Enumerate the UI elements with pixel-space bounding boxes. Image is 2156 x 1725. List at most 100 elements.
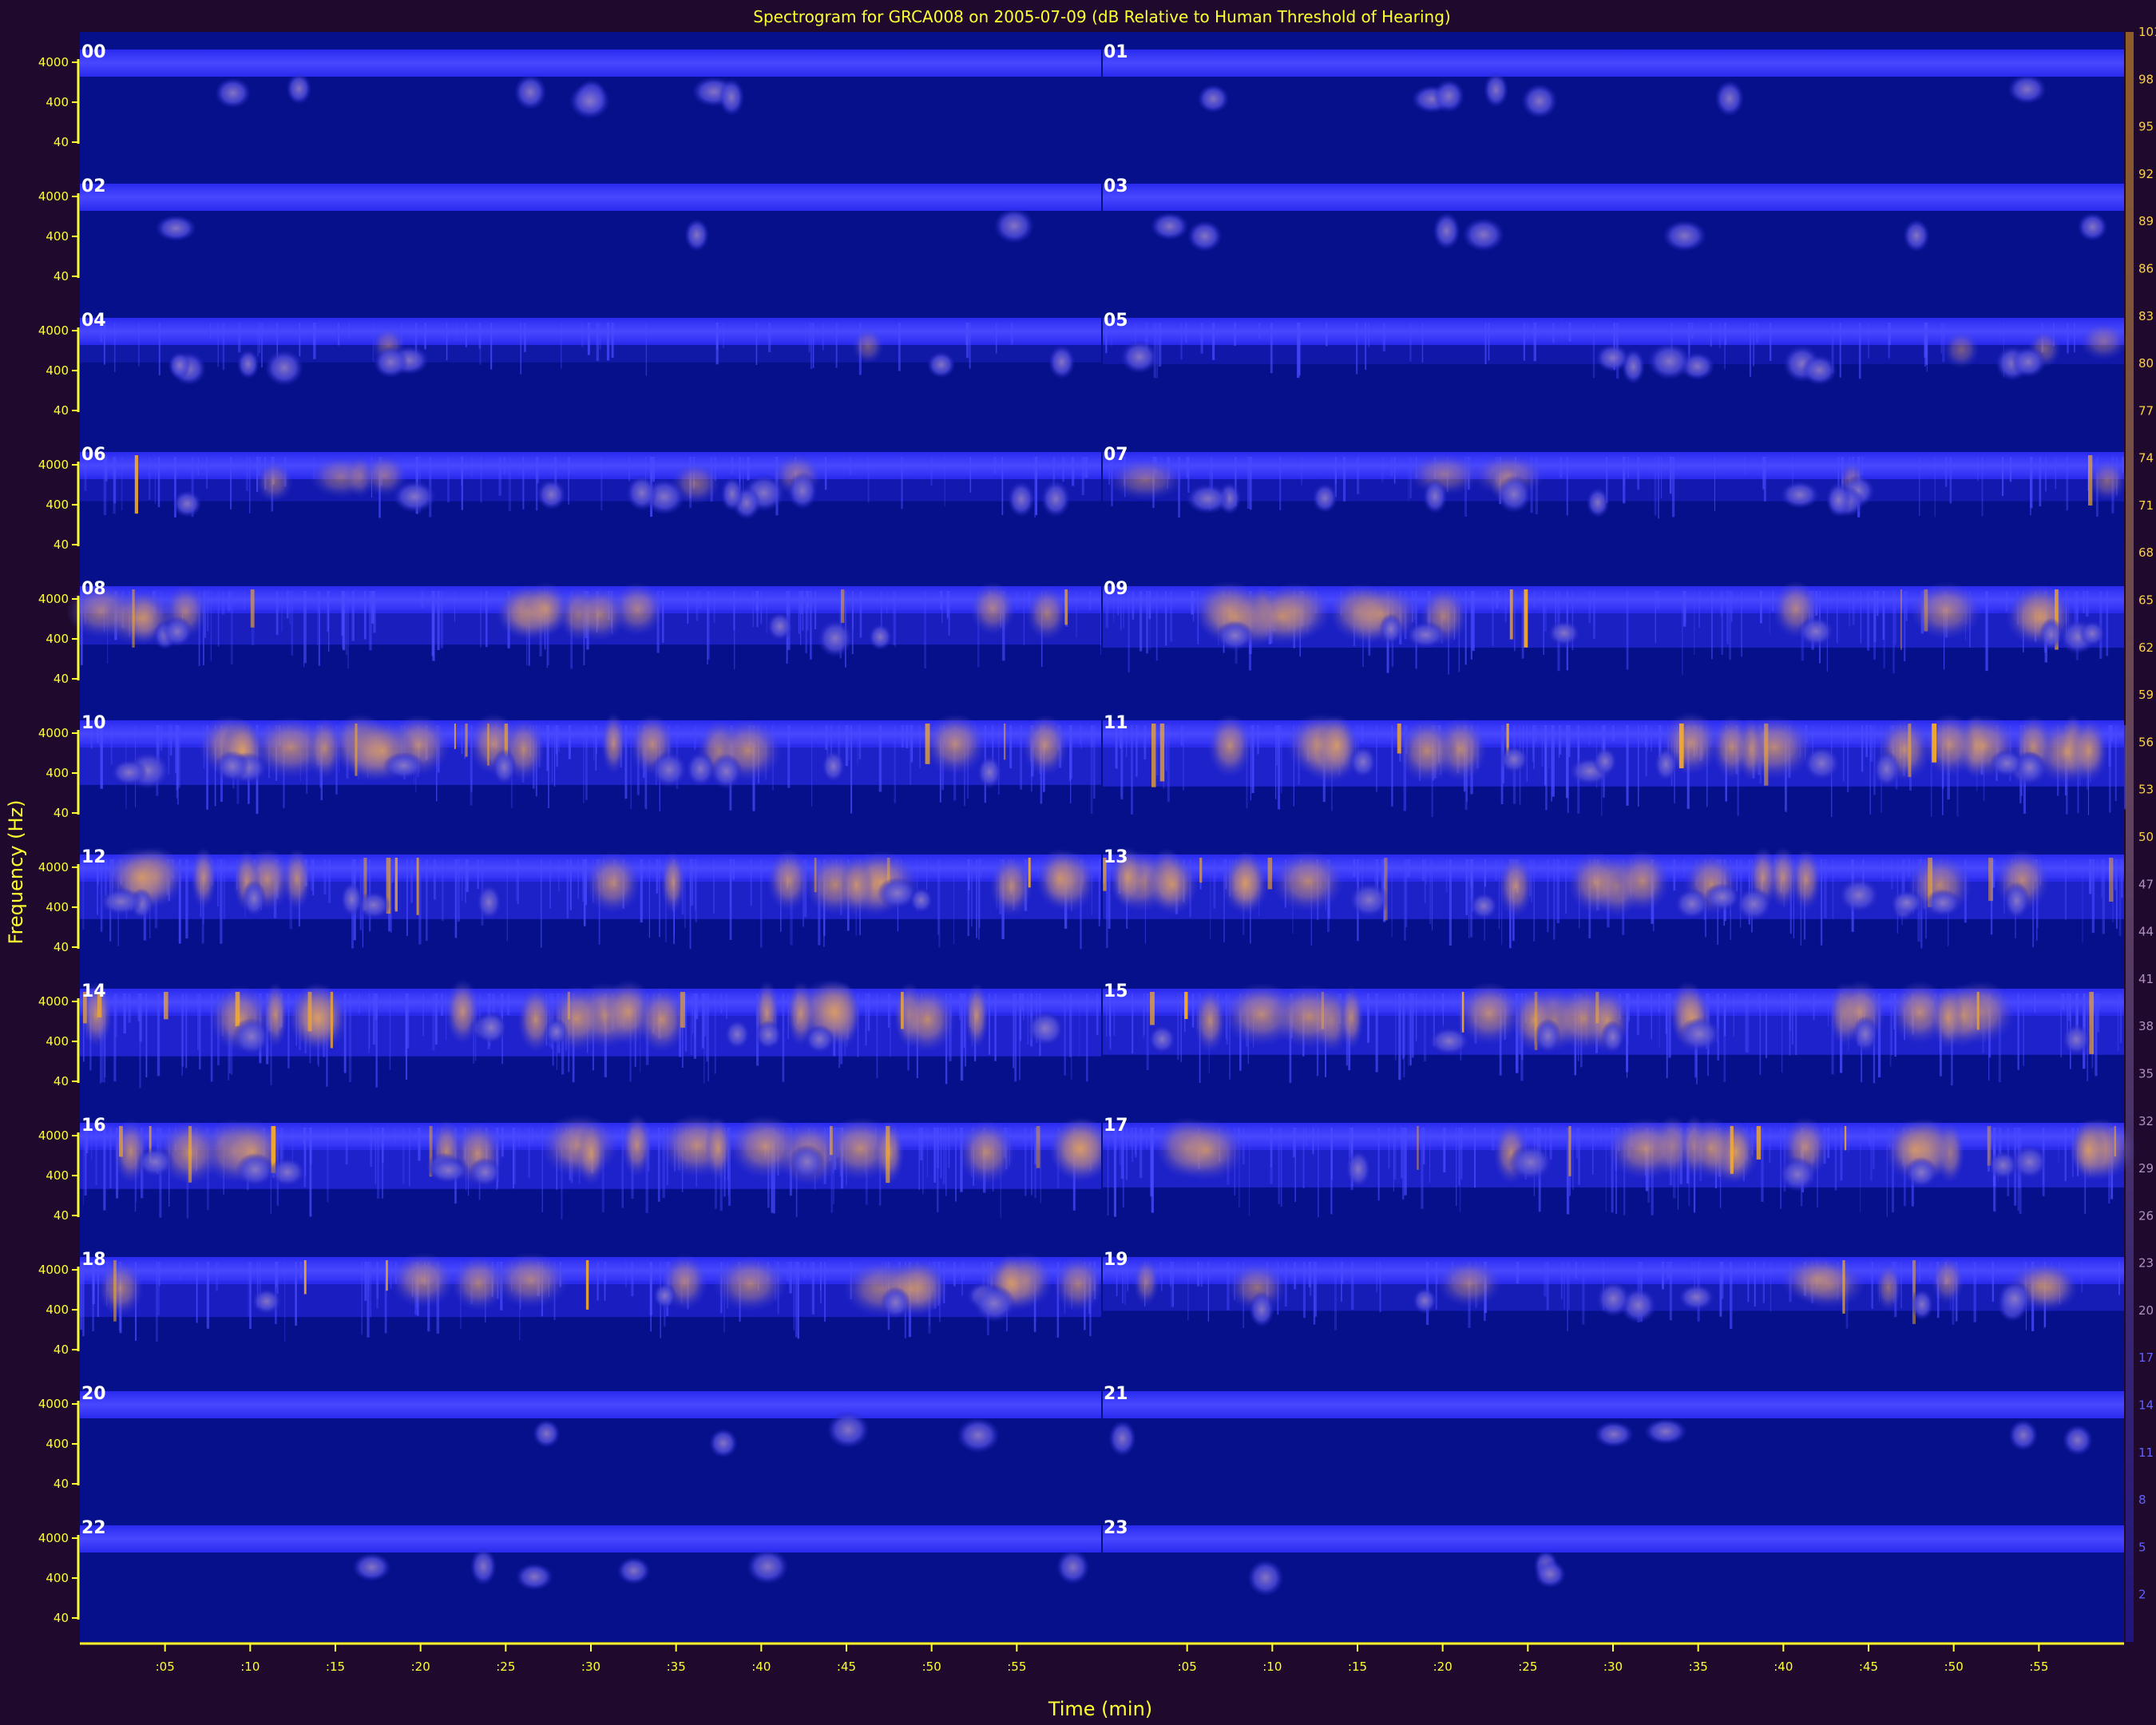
activity-streak [595,725,597,771]
hot-streak [113,1260,117,1322]
activity-streak [577,859,579,899]
hot-streak [1004,724,1006,760]
hour-panel-05: 05 [1102,300,2128,434]
activity-streak [1892,591,1895,674]
activity-streak [154,457,156,504]
activity-streak [703,993,707,1037]
activity-streak [1942,323,1945,363]
activity-streak [548,725,549,809]
x-tick-label: :50 [1944,1660,1964,1674]
colorbar-label: 59 [2138,688,2154,702]
activity-streak [230,591,233,665]
warm-patch [713,1255,787,1312]
sound-blob [1903,219,1930,252]
activity-streak [1552,725,1555,797]
activity-streak [848,725,850,760]
activity-streak [328,859,331,903]
activity-streak [1544,591,1547,632]
x-tick-label: :45 [837,1660,856,1674]
activity-streak [1918,457,1920,516]
sound-blob [1714,80,1745,117]
activity-streak [465,323,467,347]
activity-streak [1533,859,1535,942]
sound-blob [268,1157,306,1187]
sound-blob [684,218,710,252]
activity-streak [1710,323,1712,347]
x-tick-label: :15 [1348,1660,1367,1674]
sound-blob [821,750,846,783]
hour-label: 17 [1104,1116,1128,1136]
sound-blob [1825,482,1852,518]
y-tick-label: 40 [54,940,69,954]
activity-streak [1548,725,1550,769]
activity-streak [1766,993,1768,1058]
sound-blob [544,1017,569,1046]
activity-streak [1170,591,1173,642]
activity-streak [1756,993,1760,1010]
hot-streak [164,992,168,1020]
activity-streak [95,1128,97,1186]
activity-streak [811,725,813,807]
activity-streak [1350,1262,1354,1310]
activity-streak [369,591,372,651]
hot-streak [2114,1126,2116,1156]
activity-streak [434,859,436,900]
activity-streak [1861,725,1864,772]
colorbar-label: 68 [2138,545,2154,560]
activity-streak [731,457,734,475]
sound-blob [1007,481,1035,518]
activity-streak [442,859,444,922]
sound-blob [286,72,312,105]
activity-streak [216,1262,219,1291]
activity-streak [1756,323,1759,343]
activity-streak [812,323,814,368]
activity-streak [1754,1262,1756,1307]
x-tick-label: :20 [1433,1660,1453,1674]
sound-blob [236,1152,275,1187]
sound-blob [1889,890,1924,916]
y-tick-label: 400 [46,1571,69,1585]
activity-streak [1673,859,1676,891]
activity-streak [348,993,352,1082]
activity-streak [1098,859,1100,926]
activity-streak [692,859,694,906]
activity-streak [207,591,209,632]
activity-streak [2114,725,2117,802]
activity-streak [286,591,289,619]
sound-blob [1483,72,1509,108]
activity-streak [2002,457,2004,497]
sound-blob [719,78,745,117]
warm-patch [450,1255,507,1311]
activity-streak [440,591,443,648]
activity-streak [713,591,715,624]
activity-smear [80,1281,1102,1318]
activity-streak [726,993,727,1019]
hour-panel-15: 15 [1102,971,2124,1105]
activity-streak [228,591,231,612]
activity-streak [1139,591,1143,652]
activity-streak [793,1262,795,1331]
hot-streak [1509,589,1513,640]
activity-streak [2086,591,2089,617]
activity-streak [1769,1128,1771,1164]
y-tick-label: 40 [54,1342,69,1357]
activity-streak [1388,1128,1390,1169]
sound-blob [2077,212,2108,242]
hot-streak [1159,724,1165,782]
warm-patch [964,982,989,1049]
hot-streak [2088,455,2093,506]
activity-streak [1343,457,1346,502]
activity-streak [894,725,896,803]
activity-streak [185,859,188,939]
activity-streak [368,993,371,1049]
activity-streak [2118,1262,2120,1295]
activity-streak [1552,323,1556,343]
activity-streak [1019,993,1021,1081]
activity-streak [1719,1262,1722,1317]
activity-streak [1135,1128,1136,1155]
y-tick-label: 4000 [38,1128,69,1143]
activity-streak [1014,993,1017,1082]
sound-blob [1674,888,1710,920]
sound-blob [1778,1156,1817,1192]
activity-streak [937,1128,939,1212]
